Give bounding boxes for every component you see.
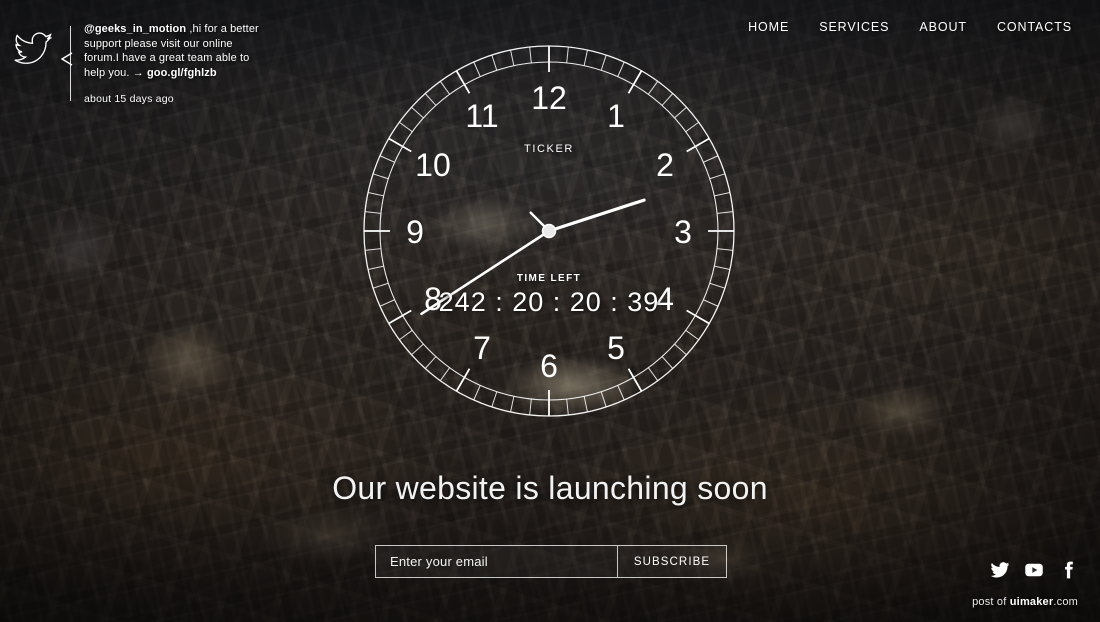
facebook-icon[interactable] <box>1058 560 1078 580</box>
clock-numeral: 12 <box>531 80 567 116</box>
tweet-callout: @geeks_in_motion ,hi for a better suppor… <box>14 22 264 105</box>
clock-countdown-value: 242 : 20 : 20 : 39 <box>438 287 660 317</box>
subscribe-form: SUBSCRIBE <box>375 545 727 578</box>
clock-time-left-label: TIME LEFT <box>516 273 582 284</box>
subscribe-button[interactable]: SUBSCRIBE <box>618 546 726 577</box>
credit-suffix: .com <box>1053 596 1078 608</box>
tweet-handle[interactable]: @geeks_in_motion <box>84 23 186 35</box>
clock-numeral: 10 <box>415 147 451 183</box>
credit-brand: uimaker <box>1009 596 1054 608</box>
clock-center-hub <box>541 223 557 239</box>
tweet-timestamp: about 15 days ago <box>84 93 174 105</box>
clock-numeral: 1 <box>607 98 625 134</box>
clock-numeral: 7 <box>473 330 491 366</box>
tweet-text: @geeks_in_motion ,hi for a better suppor… <box>84 22 264 80</box>
nav-item-about[interactable]: ABOUT <box>919 20 967 34</box>
credit-text: post of uimaker.com <box>972 596 1078 608</box>
clock-numeral: 11 <box>465 98 498 134</box>
clock-numeral: 5 <box>607 330 625 366</box>
credit-prefix: post of <box>972 596 1010 608</box>
nav-item-services[interactable]: SERVICES <box>819 20 889 34</box>
clock-face: 12 1234567891011 <box>363 45 735 417</box>
tweet-pointer-icon <box>61 52 73 66</box>
page-title: Our website is launching soon <box>332 470 768 506</box>
clock-numeral: 3 <box>674 214 692 250</box>
clock-hand-hour <box>547 198 646 233</box>
landing-page: HOME SERVICES ABOUT CONTACTS @geeks_in_m… <box>0 0 1100 622</box>
clock-ticker-label: TICKER <box>524 143 574 155</box>
tweet-link[interactable]: goo.gl/fghlzb <box>147 67 217 79</box>
nav-item-contacts[interactable]: CONTACTS <box>997 20 1072 34</box>
clock-numeral: 6 <box>540 348 558 384</box>
youtube-icon[interactable] <box>1024 560 1044 580</box>
nav-item-home[interactable]: HOME <box>748 20 789 34</box>
clock-numeral: 2 <box>656 147 674 183</box>
clock-numeral: 9 <box>406 214 424 250</box>
twitter-icon[interactable] <box>990 560 1010 580</box>
email-input[interactable] <box>376 546 617 577</box>
main-navigation: HOME SERVICES ABOUT CONTACTS <box>748 20 1072 34</box>
tweet-body: @geeks_in_motion ,hi for a better suppor… <box>61 22 264 105</box>
twitter-bird-icon <box>14 32 52 64</box>
social-links <box>990 560 1078 580</box>
